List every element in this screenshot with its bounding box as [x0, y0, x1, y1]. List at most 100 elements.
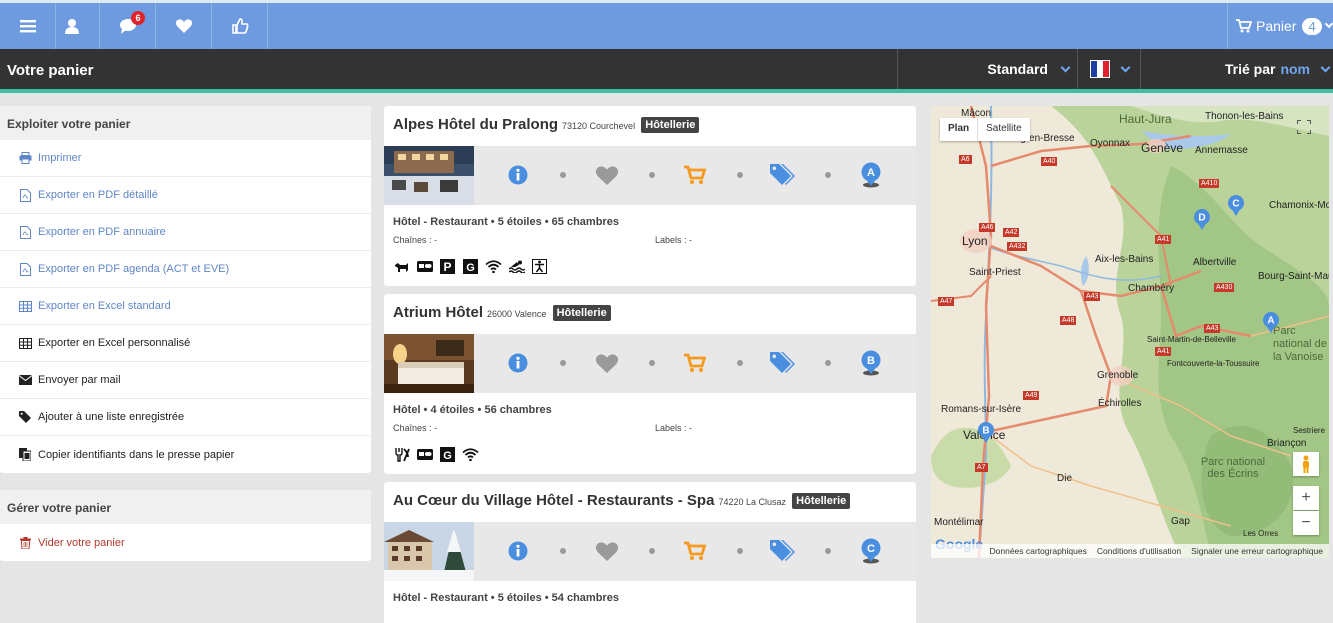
map-marker-b[interactable]: B — [977, 422, 995, 444]
export-pdf-detailed-action[interactable]: Exporter en PDF détaillé — [0, 177, 371, 214]
hamburger-icon — [19, 20, 36, 33]
copy-ids-action[interactable]: Copier identifiants dans le presse papie… — [0, 436, 371, 473]
map-route-label: A49 — [1023, 391, 1040, 400]
send-mail-action[interactable]: Envoyer par mail — [0, 362, 371, 399]
separator-dot — [825, 548, 831, 554]
favorite-button[interactable] — [594, 538, 620, 564]
establishment-name[interactable]: Atrium Hôtel — [393, 304, 483, 321]
print-action[interactable]: Imprimer — [0, 140, 371, 177]
map-marker-a[interactable]: A — [1262, 312, 1280, 334]
map-city-label: Annemasse — [1195, 145, 1248, 156]
map-report-link[interactable]: Signaler une erreur cartographique — [1191, 546, 1323, 556]
table-icon — [18, 336, 32, 350]
print-label: Imprimer — [38, 152, 82, 164]
map-marker-button[interactable]: A — [858, 162, 884, 188]
chains-label: Chaînes : - — [393, 423, 438, 433]
exploit-panel-title: Exploiter votre panier — [0, 106, 371, 140]
map-marker-c[interactable]: C — [1227, 195, 1245, 217]
cart-button[interactable] — [682, 350, 708, 376]
features-list: G — [393, 446, 907, 463]
wifi-icon — [485, 258, 502, 275]
language-select[interactable] — [1077, 49, 1140, 89]
zoom-out-button[interactable]: − — [1293, 511, 1319, 535]
map-marker-button[interactable]: C — [858, 538, 884, 564]
cart-label: Panier — [1256, 18, 1297, 34]
map-marker-button[interactable]: B — [858, 350, 884, 376]
svg-text:B: B — [982, 426, 989, 437]
fullscreen-button[interactable] — [1291, 115, 1317, 139]
establishment-name[interactable]: Au Cœur du Village Hôtel - Restaurants -… — [393, 492, 714, 509]
send-mail-label: Envoyer par mail — [38, 374, 121, 386]
features-list: P G — [393, 258, 907, 275]
export-pdf-directory-action[interactable]: Exporter en PDF annuaire — [0, 214, 371, 251]
map-footer: Données cartographiques Conditions d'uti… — [931, 544, 1329, 558]
export-excel-custom-action[interactable]: Exporter en Excel personnalisé — [0, 325, 371, 362]
establishment-photo[interactable] — [384, 146, 474, 205]
marker-letter: A — [867, 167, 875, 179]
map-route-label: A42 — [1003, 228, 1020, 237]
add-to-list-label: Ajouter à une liste enregistrée — [38, 411, 185, 423]
favorites-button[interactable] — [156, 3, 212, 49]
favorite-button[interactable] — [594, 162, 620, 188]
street-view-button[interactable] — [1293, 452, 1319, 476]
gps-icon: G — [439, 446, 456, 463]
establishment-photo[interactable] — [384, 522, 474, 581]
tags-button[interactable] — [770, 350, 796, 376]
map-marker-d[interactable]: D — [1193, 209, 1211, 231]
map-data-link[interactable]: Données cartographiques — [990, 546, 1087, 556]
cart-button[interactable] — [682, 538, 708, 564]
info-button[interactable] — [505, 162, 531, 188]
labels-label: Labels : - — [655, 423, 693, 433]
export-pdf-agenda-action[interactable]: Exporter en PDF agenda (ACT et EVE) — [0, 251, 371, 288]
separator-dot — [737, 360, 743, 366]
info-button[interactable] — [505, 538, 531, 564]
credit-card-icon — [416, 446, 433, 463]
info-icon — [508, 165, 528, 185]
tags-button[interactable] — [770, 162, 796, 188]
user-button[interactable] — [44, 3, 100, 49]
recommend-button[interactable] — [212, 3, 268, 49]
info-icon — [508, 353, 528, 373]
map-city-label: Chamonix-Mont — [1269, 200, 1329, 211]
separator-dot — [737, 548, 743, 554]
map-marker-icon: A — [861, 162, 881, 188]
pdf-icon — [18, 262, 32, 276]
marker-letter: B — [867, 355, 875, 367]
cart-button[interactable] — [682, 162, 708, 188]
map-marker-icon: C — [861, 538, 881, 564]
map-view[interactable]: Mâcon Haut-Jura Thonon-les-Bains Bourg-e… — [931, 106, 1329, 558]
messages-button[interactable]: 6 — [100, 3, 156, 49]
page-header-bar: Votre panier Standard Trié par nom — [0, 49, 1333, 93]
card-info: Hôtel • 4 étoiles • 56 chambres Chaînes … — [384, 393, 916, 463]
view-mode-select[interactable]: Standard — [897, 49, 1077, 89]
card-info: Hôtel - Restaurant • 5 étoiles • 54 cham… — [384, 581, 916, 604]
map-tab-satellite[interactable]: Satellite — [977, 118, 1030, 141]
zoom-in-button[interactable]: + — [1293, 486, 1319, 510]
establishment-photo[interactable] — [384, 334, 474, 393]
map-city-label: Albertville — [1193, 257, 1237, 268]
labels-label: Labels : - — [655, 235, 693, 245]
sort-select[interactable]: Trié par nom — [1140, 49, 1333, 89]
tags-button[interactable] — [770, 538, 796, 564]
cart-menu-button[interactable]: Panier 4 — [1227, 3, 1333, 49]
restaurant-icon — [393, 446, 410, 463]
map-tab-plan[interactable]: Plan — [940, 118, 977, 141]
heart-icon — [595, 165, 619, 185]
map-city-label: Grenoble — [1097, 370, 1139, 381]
map-terms-link[interactable]: Conditions d'utilisation — [1097, 546, 1181, 556]
map-route-label: A43 — [1204, 324, 1221, 333]
empty-cart-action[interactable]: Vider votre panier — [0, 524, 371, 561]
map-city-label: Thonon-les-Bains — [1205, 111, 1284, 122]
map-route-label: A41 — [1155, 347, 1172, 356]
map-city-label: Bourg-Saint-Maur — [1258, 271, 1329, 282]
favorite-button[interactable] — [594, 350, 620, 376]
establishment-name[interactable]: Alpes Hôtel du Pralong — [393, 116, 558, 133]
add-to-list-action[interactable]: Ajouter à une liste enregistrée — [0, 399, 371, 436]
exploit-cart-panel: Exploiter votre panier Imprimer Exporter… — [0, 106, 371, 473]
map-city-label: Oyonnax — [1090, 138, 1131, 149]
sort-prefix: Trié par — [1224, 61, 1276, 77]
export-excel-standard-action[interactable]: Exporter en Excel standard — [0, 288, 371, 325]
info-button[interactable] — [505, 350, 531, 376]
tags-icon — [770, 352, 795, 373]
map-city-label: Gap — [1171, 516, 1190, 527]
